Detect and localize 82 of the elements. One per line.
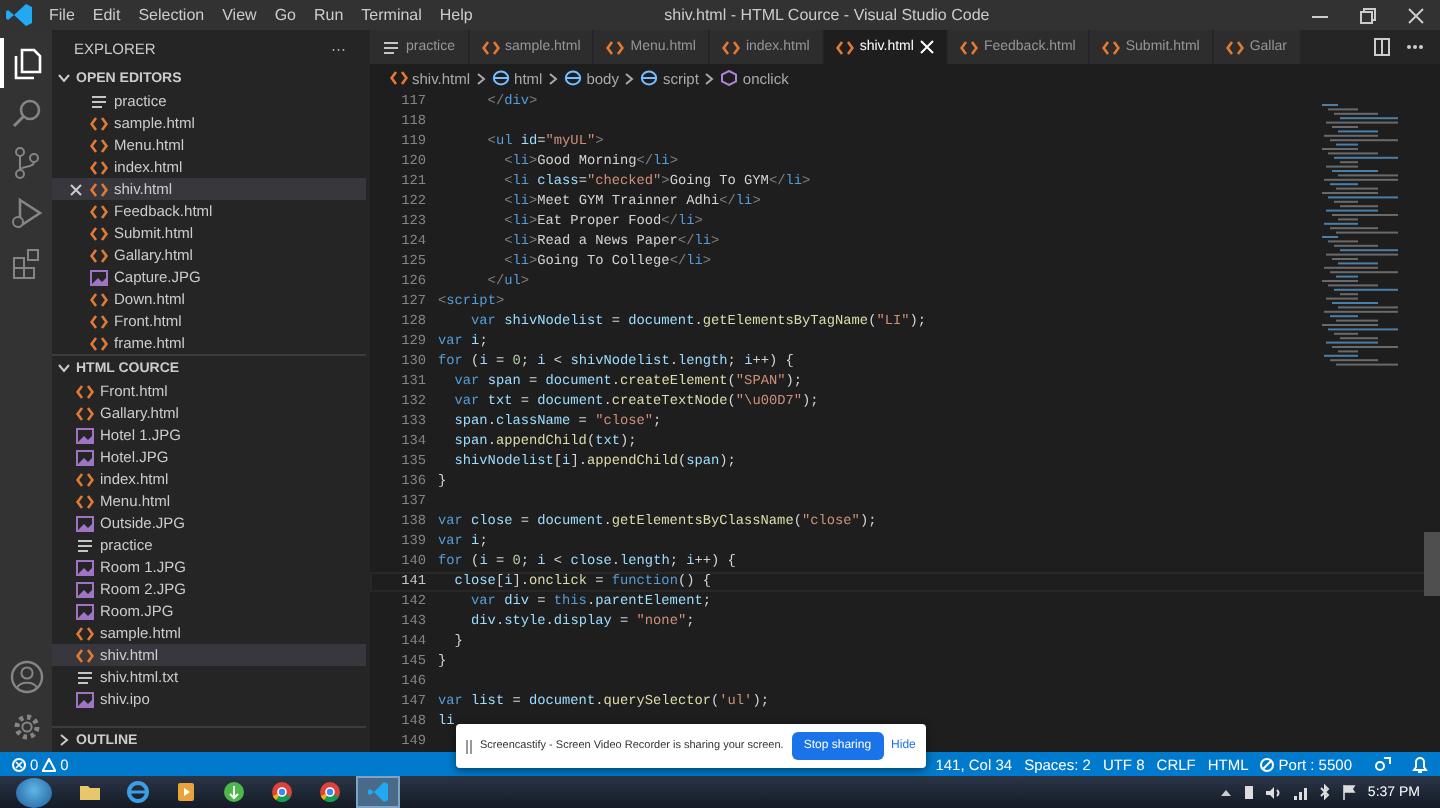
menu-item[interactable]: Terminal (352, 6, 431, 24)
chevron-down-icon (56, 360, 72, 376)
code-file-icon (1225, 39, 1244, 55)
files-icon[interactable] (11, 46, 45, 80)
code-file-icon (959, 39, 978, 55)
chevron-right-icon (56, 732, 72, 748)
battery-icon[interactable] (1243, 784, 1254, 800)
code-file-icon (76, 493, 94, 509)
source-control-icon[interactable] (9, 146, 43, 180)
image-file-icon (76, 515, 94, 531)
code-file-icon (90, 137, 108, 153)
torrent-icon[interactable] (222, 780, 246, 804)
error-icon (12, 757, 26, 771)
flag-icon[interactable] (1341, 784, 1356, 800)
signal-bars-icon[interactable] (1293, 785, 1308, 799)
run-debug-icon[interactable] (9, 196, 43, 230)
media-player-icon[interactable] (174, 780, 198, 804)
text-file-icon (382, 39, 400, 55)
code-file-icon (1101, 39, 1120, 55)
code-file-icon (90, 335, 108, 351)
code-file-icon (481, 39, 500, 55)
chrome-icon[interactable] (270, 780, 294, 804)
account-icon[interactable] (9, 660, 43, 694)
code-file-icon (390, 70, 408, 86)
code-file-icon (90, 159, 108, 175)
image-file-icon (90, 269, 108, 285)
bell-icon[interactable] (1412, 755, 1428, 773)
code-file-icon (76, 471, 94, 487)
image-file-icon (76, 559, 94, 575)
window-title: shiv.html - HTML Cource - Visual Studio Code (662, 6, 992, 24)
code-file-icon (90, 313, 108, 329)
search-icon[interactable] (9, 96, 43, 130)
text-file-icon (90, 93, 108, 109)
code-file-icon (90, 247, 108, 263)
chrome-icon[interactable] (318, 780, 342, 804)
chevron-right-icon (548, 71, 559, 85)
restore-icon[interactable] (1360, 7, 1376, 23)
code-file-icon (90, 181, 108, 197)
image-file-icon (76, 603, 94, 619)
bluetooth-icon[interactable] (1319, 784, 1330, 800)
browser-icon[interactable] (126, 780, 150, 804)
menu-item[interactable]: Selection (129, 6, 214, 24)
chevron-right-icon (624, 71, 635, 85)
menu-item[interactable]: Help (430, 6, 482, 24)
code-file-icon (76, 405, 94, 421)
code-file-icon (90, 291, 108, 307)
code-file-icon (76, 383, 94, 399)
menu-item[interactable]: Run (304, 6, 353, 24)
image-file-icon (76, 427, 94, 443)
more-actions-icon[interactable] (1406, 44, 1424, 50)
code-file-icon (721, 39, 740, 55)
image-file-icon (76, 449, 94, 465)
close-icon[interactable] (1408, 7, 1424, 23)
chevron-down-icon (56, 70, 72, 86)
code-file-icon (76, 625, 94, 641)
folder-icon[interactable] (78, 780, 102, 804)
warning-icon (42, 757, 57, 771)
split-editor-icon[interactable] (1374, 38, 1390, 56)
chevron-right-icon (704, 71, 715, 85)
code-file-icon (835, 39, 854, 55)
settings-icon[interactable] (9, 710, 43, 744)
text-file-icon (76, 537, 94, 553)
chevron-right-icon (476, 71, 487, 85)
text-file-icon (76, 669, 94, 685)
chevron-up-icon[interactable] (1219, 787, 1232, 797)
menu-item[interactable]: File (40, 6, 84, 24)
code-file-icon (90, 225, 108, 241)
image-file-icon (76, 581, 94, 597)
start-button[interactable] (16, 777, 52, 807)
code-file-icon (606, 39, 625, 55)
code-file-icon (90, 203, 108, 219)
scrollbar-thumb[interactable] (1424, 532, 1440, 596)
menu-item[interactable]: Edit (83, 6, 130, 24)
extensions-icon[interactable] (9, 246, 43, 280)
image-file-icon (76, 691, 94, 707)
menu-item[interactable]: View (213, 6, 266, 24)
code-file-icon (76, 647, 94, 663)
menu-item[interactable]: Go (265, 6, 305, 24)
close-icon[interactable] (70, 183, 82, 195)
drag-handle-icon[interactable] (466, 739, 472, 753)
code-file-icon (90, 115, 108, 131)
speaker-icon[interactable] (1265, 785, 1282, 799)
